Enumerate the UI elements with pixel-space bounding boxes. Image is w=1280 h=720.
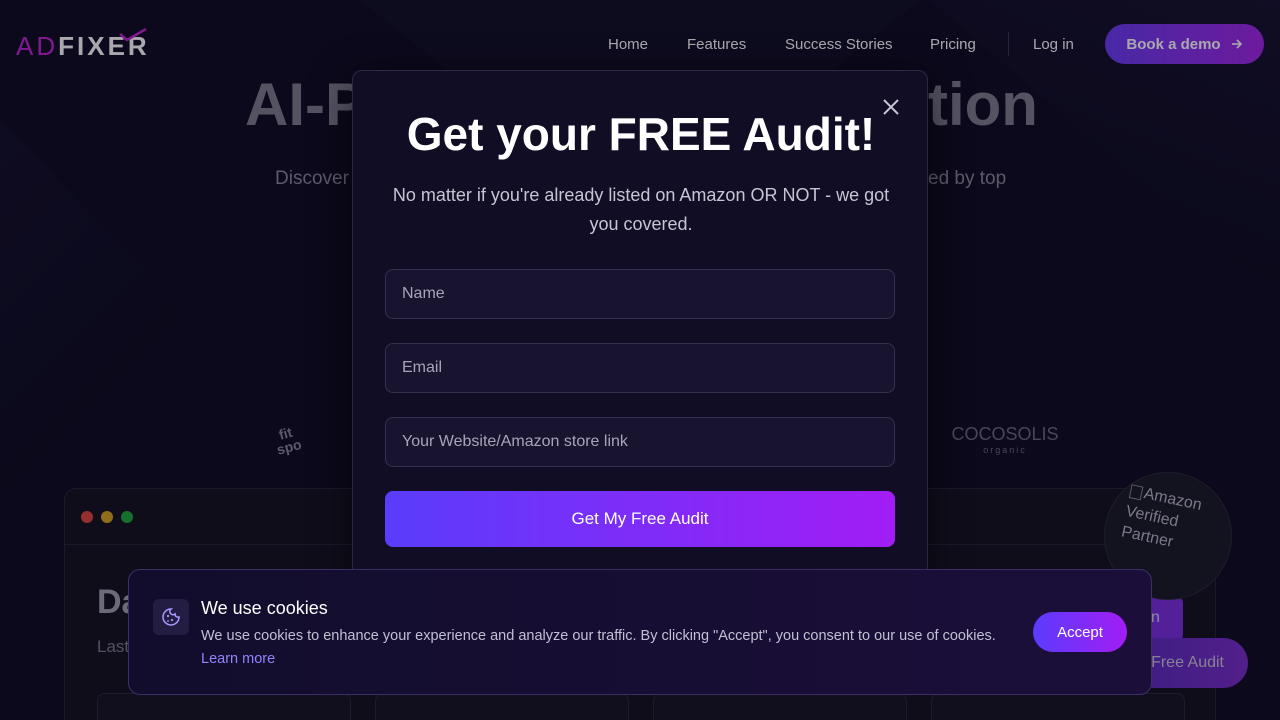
cookie-title: We use cookies [201,598,328,618]
modal-title: Get your FREE Audit! [406,108,876,160]
cookie-banner: We use cookies We use cookies to enhance… [128,569,1152,695]
learn-more-link[interactable]: Learn more [201,651,275,667]
cookie-icon [162,608,180,626]
cookie-text: We use cookies to enhance your experienc… [201,628,996,644]
email-field[interactable] [385,343,895,393]
name-field[interactable] [385,269,895,319]
website-field[interactable] [385,417,895,467]
cookie-icon-container [153,599,189,635]
get-free-audit-button[interactable]: Get My Free Audit [385,491,895,547]
accept-cookies-button[interactable]: Accept [1033,612,1127,652]
free-audit-modal: Get your FREE Audit! No matter if you're… [352,70,928,590]
modal-description: No matter if you're already listed on Am… [392,185,890,234]
